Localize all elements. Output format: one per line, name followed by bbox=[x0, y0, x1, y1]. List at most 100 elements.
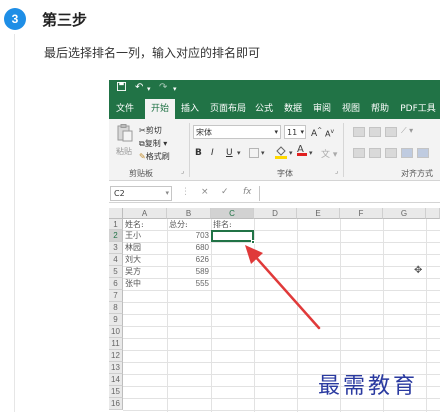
phonetic-button[interactable]: 文 ▾ bbox=[321, 147, 337, 160]
format-painter-button[interactable]: ✎格式刷 bbox=[139, 151, 170, 162]
cancel-icon[interactable]: × bbox=[201, 187, 209, 197]
insert-function-icon[interactable]: fx bbox=[243, 187, 252, 197]
tab-help[interactable]: 帮助 bbox=[368, 99, 392, 119]
row-header-16[interactable]: 16 bbox=[109, 398, 123, 410]
chevron-down-icon[interactable]: ▾ bbox=[309, 149, 313, 157]
tab-insert[interactable]: 插入 bbox=[177, 99, 203, 119]
italic-button[interactable]: I bbox=[211, 148, 214, 158]
row-header-15[interactable]: 15 bbox=[109, 386, 123, 398]
tab-data[interactable]: 数据 bbox=[281, 99, 305, 119]
select-all-corner[interactable] bbox=[109, 208, 123, 219]
orientation-button[interactable]: ⟋ ▾ bbox=[401, 126, 413, 136]
row-header-1[interactable]: 1 bbox=[109, 219, 123, 230]
cut-button[interactable]: ✂剪切 bbox=[139, 125, 162, 136]
tab-file[interactable]: 文件 bbox=[113, 99, 137, 119]
save-icon[interactable] bbox=[117, 82, 126, 94]
align-center-icon[interactable] bbox=[369, 148, 381, 158]
tab-review[interactable]: 审阅 bbox=[310, 99, 334, 119]
row-header-7[interactable]: 7 bbox=[109, 290, 123, 302]
font-size-select[interactable]: 11 ▾ bbox=[284, 125, 306, 139]
cell-b1[interactable]: 总分: bbox=[169, 219, 188, 230]
chevron-down-icon[interactable]: ▾ bbox=[261, 149, 265, 157]
table-row-name[interactable]: 张中 bbox=[125, 278, 141, 290]
dialog-launcher-icon[interactable]: ⌟ bbox=[181, 167, 184, 175]
row-header-5[interactable]: 5 bbox=[109, 266, 123, 278]
fill-color-icon[interactable] bbox=[275, 145, 287, 162]
tab-page-layout[interactable]: 页面布局 bbox=[207, 99, 249, 119]
table-row-name[interactable]: 刘大 bbox=[125, 254, 141, 266]
tab-formulas[interactable]: 公式 bbox=[252, 99, 276, 119]
table-row-score[interactable]: 626 bbox=[167, 254, 209, 266]
cell-c1[interactable]: 排名: bbox=[213, 219, 232, 230]
chevron-down-icon: ▾ bbox=[274, 128, 278, 136]
grid-line bbox=[123, 410, 440, 411]
row-header-2[interactable]: 2 bbox=[109, 230, 123, 242]
column-header-g[interactable]: G bbox=[383, 208, 426, 219]
grow-font-button[interactable]: A^ bbox=[311, 127, 322, 139]
name-box[interactable]: C2 ▾ bbox=[110, 186, 172, 201]
cell-a1[interactable]: 姓名: bbox=[125, 219, 144, 230]
formula-input[interactable] bbox=[259, 186, 440, 201]
row-header-8[interactable]: 8 bbox=[109, 302, 123, 314]
step-timeline-line bbox=[14, 34, 15, 412]
row-header-10[interactable]: 10 bbox=[109, 326, 123, 338]
column-header-e[interactable]: E bbox=[297, 208, 340, 219]
dialog-launcher-icon[interactable]: ⌟ bbox=[335, 167, 338, 175]
increase-indent-icon[interactable] bbox=[417, 148, 429, 158]
ribbon-tabs: 文件 开始 插入 页面布局 公式 数据 审阅 视图 帮助 PDF工具 bbox=[109, 99, 440, 119]
align-bottom-icon[interactable] bbox=[385, 127, 397, 137]
borders-icon[interactable] bbox=[249, 148, 259, 161]
underline-button[interactable]: U bbox=[226, 148, 233, 158]
font-group-label: 字体 bbox=[277, 169, 293, 178]
tab-view[interactable]: 视图 bbox=[339, 99, 363, 119]
column-header-c[interactable]: C bbox=[211, 208, 254, 219]
align-middle-icon[interactable] bbox=[369, 127, 381, 137]
column-header-a[interactable]: A bbox=[123, 208, 167, 219]
quick-access-toolbar: ↶ ▾ ↷ ▾ bbox=[109, 80, 440, 99]
copy-button[interactable]: ⧉复制 ▾ bbox=[139, 138, 167, 149]
paste-icon[interactable] bbox=[117, 124, 133, 145]
chevron-down-icon[interactable]: ▾ bbox=[237, 149, 241, 157]
row-header-4[interactable]: 4 bbox=[109, 254, 123, 266]
column-header-f[interactable]: F bbox=[340, 208, 383, 219]
table-row-name[interactable]: 王小 bbox=[125, 230, 141, 242]
excel-screenshot: ↶ ▾ ↷ ▾ 文件 开始 插入 页面布局 公式 数据 审阅 视图 帮助 PDF… bbox=[109, 80, 440, 412]
table-row-name[interactable]: 林园 bbox=[125, 242, 141, 254]
paste-label[interactable]: 粘贴 bbox=[116, 146, 132, 157]
grid-line bbox=[123, 362, 440, 363]
table-row-name[interactable]: 吴方 bbox=[125, 266, 141, 278]
grid-line bbox=[123, 350, 440, 351]
table-row-score[interactable]: 703 bbox=[167, 230, 209, 242]
grid-line bbox=[426, 219, 427, 412]
row-header-14[interactable]: 14 bbox=[109, 374, 123, 386]
table-row-score[interactable]: 589 bbox=[167, 266, 209, 278]
customize-qat-icon[interactable]: ▾ bbox=[173, 85, 177, 93]
table-row-score[interactable]: 680 bbox=[167, 242, 209, 254]
row-header-13[interactable]: 13 bbox=[109, 362, 123, 374]
row-header-6[interactable]: 6 bbox=[109, 278, 123, 290]
row-header-12[interactable]: 12 bbox=[109, 350, 123, 362]
cut-icon: ✂ bbox=[139, 126, 146, 135]
align-left-icon[interactable] bbox=[353, 148, 365, 158]
enter-icon[interactable]: ✓ bbox=[221, 187, 229, 197]
decrease-indent-icon[interactable] bbox=[401, 148, 413, 158]
chevron-down-icon[interactable]: ▾ bbox=[147, 85, 151, 93]
align-right-icon[interactable] bbox=[385, 148, 397, 158]
shrink-font-button[interactable]: Av bbox=[325, 128, 334, 139]
column-header-b[interactable]: B bbox=[167, 208, 211, 219]
tab-home[interactable]: 开始 bbox=[145, 99, 175, 119]
row-header-3[interactable]: 3 bbox=[109, 242, 123, 254]
column-header-h[interactable] bbox=[426, 208, 440, 219]
redo-icon[interactable]: ↷ bbox=[159, 82, 167, 93]
row-header-9[interactable]: 9 bbox=[109, 314, 123, 326]
bold-button[interactable]: B bbox=[195, 148, 202, 158]
chevron-down-icon[interactable]: ▾ bbox=[289, 149, 293, 157]
font-name-select[interactable]: 宋体 ▾ bbox=[193, 125, 281, 139]
align-top-icon[interactable] bbox=[353, 127, 365, 137]
font-color-icon[interactable]: A bbox=[297, 144, 307, 156]
column-header-d[interactable]: D bbox=[254, 208, 297, 219]
table-row-score[interactable]: 555 bbox=[167, 278, 209, 290]
row-header-11[interactable]: 11 bbox=[109, 338, 123, 350]
undo-icon[interactable]: ↶ bbox=[135, 82, 143, 93]
tab-pdf-tools[interactable]: PDF工具 bbox=[397, 99, 439, 119]
